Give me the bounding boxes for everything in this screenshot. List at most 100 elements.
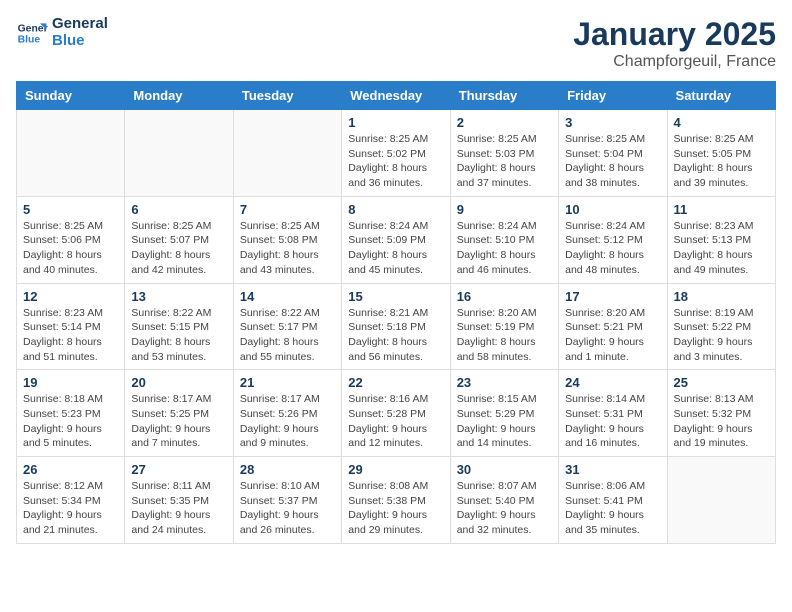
day-cell-10: 10 Sunrise: 8:24 AM Sunset: 5:12 PM Dayli… [559, 196, 667, 283]
day-cell-18: 18 Sunrise: 8:19 AM Sunset: 5:22 PM Dayli… [667, 283, 775, 370]
day-info: Sunrise: 8:25 AM Sunset: 5:04 PM Dayligh… [565, 132, 660, 191]
page-header: General Blue General Blue January 2025 C… [16, 16, 776, 71]
day-info: Sunrise: 8:25 AM Sunset: 5:05 PM Dayligh… [674, 132, 769, 191]
day-cell-29: 29 Sunrise: 8:08 AM Sunset: 5:38 PM Dayli… [342, 457, 450, 544]
day-cell-7: 7Sunrise: 8:25 AM Sunset: 5:08 PM Daylig… [233, 196, 341, 283]
weekday-header-thursday: Thursday [450, 82, 558, 110]
day-number: 26 [23, 462, 118, 477]
day-info: Sunrise: 8:17 AM Sunset: 5:25 PM Dayligh… [131, 392, 226, 451]
day-info: Sunrise: 8:24 AM Sunset: 5:12 PM Dayligh… [565, 219, 660, 278]
title-block: January 2025 Champforgeuil, France [573, 16, 776, 71]
day-number: 29 [348, 462, 443, 477]
day-info: Sunrise: 8:16 AM Sunset: 5:28 PM Dayligh… [348, 392, 443, 451]
logo-icon: General Blue [16, 17, 48, 49]
empty-cell [233, 110, 341, 197]
day-info: Sunrise: 8:14 AM Sunset: 5:31 PM Dayligh… [565, 392, 660, 451]
weekday-header-tuesday: Tuesday [233, 82, 341, 110]
empty-cell [667, 457, 775, 544]
day-number: 31 [565, 462, 660, 477]
day-info: Sunrise: 8:24 AM Sunset: 5:09 PM Dayligh… [348, 219, 443, 278]
day-cell-13: 13 Sunrise: 8:22 AM Sunset: 5:15 PM Dayli… [125, 283, 233, 370]
day-number: 30 [457, 462, 552, 477]
day-info: Sunrise: 8:25 AM Sunset: 5:03 PM Dayligh… [457, 132, 552, 191]
day-cell-27: 27Sunrise: 8:11 AM Sunset: 5:35 PM Dayli… [125, 457, 233, 544]
day-info: Sunrise: 8:23 AM Sunset: 5:13 PM Dayligh… [674, 219, 769, 278]
day-cell-31: 31 Sunrise: 8:06 AM Sunset: 5:41 PM Dayli… [559, 457, 667, 544]
weekday-header-saturday: Saturday [667, 82, 775, 110]
day-number: 13 [131, 289, 226, 304]
day-cell-22: 22Sunrise: 8:16 AM Sunset: 5:28 PM Dayli… [342, 370, 450, 457]
day-info: Sunrise: 8:17 AM Sunset: 5:26 PM Dayligh… [240, 392, 335, 451]
day-number: 6 [131, 202, 226, 217]
day-number: 9 [457, 202, 552, 217]
day-number: 28 [240, 462, 335, 477]
day-number: 8 [348, 202, 443, 217]
day-number: 14 [240, 289, 335, 304]
calendar-table: SundayMondayTuesdayWednesdayThursdayFrid… [16, 81, 776, 544]
day-number: 17 [565, 289, 660, 304]
day-info: Sunrise: 8:12 AM Sunset: 5:34 PM Dayligh… [23, 479, 118, 538]
day-cell-26: 26 Sunrise: 8:12 AM Sunset: 5:34 PM Dayli… [17, 457, 125, 544]
day-number: 4 [674, 115, 769, 130]
day-info: Sunrise: 8:15 AM Sunset: 5:29 PM Dayligh… [457, 392, 552, 451]
day-info: Sunrise: 8:19 AM Sunset: 5:22 PM Dayligh… [674, 306, 769, 365]
day-info: Sunrise: 8:21 AM Sunset: 5:18 PM Dayligh… [348, 306, 443, 365]
day-cell-17: 17Sunrise: 8:20 AM Sunset: 5:21 PM Dayli… [559, 283, 667, 370]
day-cell-9: 9 Sunrise: 8:24 AM Sunset: 5:10 PM Daylig… [450, 196, 558, 283]
day-cell-24: 24Sunrise: 8:14 AM Sunset: 5:31 PM Dayli… [559, 370, 667, 457]
day-number: 23 [457, 375, 552, 390]
day-cell-4: 4 Sunrise: 8:25 AM Sunset: 5:05 PM Daylig… [667, 110, 775, 197]
weekday-header-sunday: Sunday [17, 82, 125, 110]
day-cell-11: 11Sunrise: 8:23 AM Sunset: 5:13 PM Dayli… [667, 196, 775, 283]
day-cell-25: 25Sunrise: 8:13 AM Sunset: 5:32 PM Dayli… [667, 370, 775, 457]
day-number: 1 [348, 115, 443, 130]
day-number: 15 [348, 289, 443, 304]
day-cell-6: 6 Sunrise: 8:25 AM Sunset: 5:07 PM Daylig… [125, 196, 233, 283]
weekday-header-monday: Monday [125, 82, 233, 110]
day-info: Sunrise: 8:22 AM Sunset: 5:15 PM Dayligh… [131, 306, 226, 365]
logo-text-blue: Blue [52, 33, 108, 50]
week-row-3: 12 Sunrise: 8:23 AM Sunset: 5:14 PM Dayli… [17, 283, 776, 370]
day-number: 2 [457, 115, 552, 130]
day-cell-1: 1 Sunrise: 8:25 AM Sunset: 5:02 PM Daylig… [342, 110, 450, 197]
day-cell-30: 30 Sunrise: 8:07 AM Sunset: 5:40 PM Dayli… [450, 457, 558, 544]
week-row-1: 1 Sunrise: 8:25 AM Sunset: 5:02 PM Daylig… [17, 110, 776, 197]
day-info: Sunrise: 8:08 AM Sunset: 5:38 PM Dayligh… [348, 479, 443, 538]
day-number: 3 [565, 115, 660, 130]
day-number: 18 [674, 289, 769, 304]
week-row-5: 26 Sunrise: 8:12 AM Sunset: 5:34 PM Dayli… [17, 457, 776, 544]
day-cell-21: 21 Sunrise: 8:17 AM Sunset: 5:26 PM Dayli… [233, 370, 341, 457]
day-info: Sunrise: 8:22 AM Sunset: 5:17 PM Dayligh… [240, 306, 335, 365]
day-info: Sunrise: 8:07 AM Sunset: 5:40 PM Dayligh… [457, 479, 552, 538]
day-info: Sunrise: 8:23 AM Sunset: 5:14 PM Dayligh… [23, 306, 118, 365]
day-info: Sunrise: 8:06 AM Sunset: 5:41 PM Dayligh… [565, 479, 660, 538]
day-cell-5: 5Sunrise: 8:25 AM Sunset: 5:06 PM Daylig… [17, 196, 125, 283]
logo-text-general: General [52, 16, 108, 33]
logo: General Blue General Blue [16, 16, 108, 49]
weekday-header-friday: Friday [559, 82, 667, 110]
week-row-4: 19 Sunrise: 8:18 AM Sunset: 5:23 PM Dayli… [17, 370, 776, 457]
week-row-2: 5Sunrise: 8:25 AM Sunset: 5:06 PM Daylig… [17, 196, 776, 283]
day-number: 25 [674, 375, 769, 390]
day-cell-19: 19 Sunrise: 8:18 AM Sunset: 5:23 PM Dayli… [17, 370, 125, 457]
day-number: 10 [565, 202, 660, 217]
day-info: Sunrise: 8:18 AM Sunset: 5:23 PM Dayligh… [23, 392, 118, 451]
day-cell-2: 2 Sunrise: 8:25 AM Sunset: 5:03 PM Daylig… [450, 110, 558, 197]
day-info: Sunrise: 8:25 AM Sunset: 5:02 PM Dayligh… [348, 132, 443, 191]
day-number: 5 [23, 202, 118, 217]
day-info: Sunrise: 8:24 AM Sunset: 5:10 PM Dayligh… [457, 219, 552, 278]
day-info: Sunrise: 8:20 AM Sunset: 5:19 PM Dayligh… [457, 306, 552, 365]
day-number: 21 [240, 375, 335, 390]
day-number: 19 [23, 375, 118, 390]
day-cell-16: 16Sunrise: 8:20 AM Sunset: 5:19 PM Dayli… [450, 283, 558, 370]
day-cell-14: 14 Sunrise: 8:22 AM Sunset: 5:17 PM Dayli… [233, 283, 341, 370]
day-cell-23: 23 Sunrise: 8:15 AM Sunset: 5:29 PM Dayli… [450, 370, 558, 457]
weekday-header-wednesday: Wednesday [342, 82, 450, 110]
month-title: January 2025 [573, 16, 776, 53]
day-info: Sunrise: 8:25 AM Sunset: 5:07 PM Dayligh… [131, 219, 226, 278]
day-info: Sunrise: 8:11 AM Sunset: 5:35 PM Dayligh… [131, 479, 226, 538]
day-number: 12 [23, 289, 118, 304]
location-title: Champforgeuil, France [573, 53, 776, 71]
day-cell-12: 12 Sunrise: 8:23 AM Sunset: 5:14 PM Dayli… [17, 283, 125, 370]
day-cell-20: 20Sunrise: 8:17 AM Sunset: 5:25 PM Dayli… [125, 370, 233, 457]
